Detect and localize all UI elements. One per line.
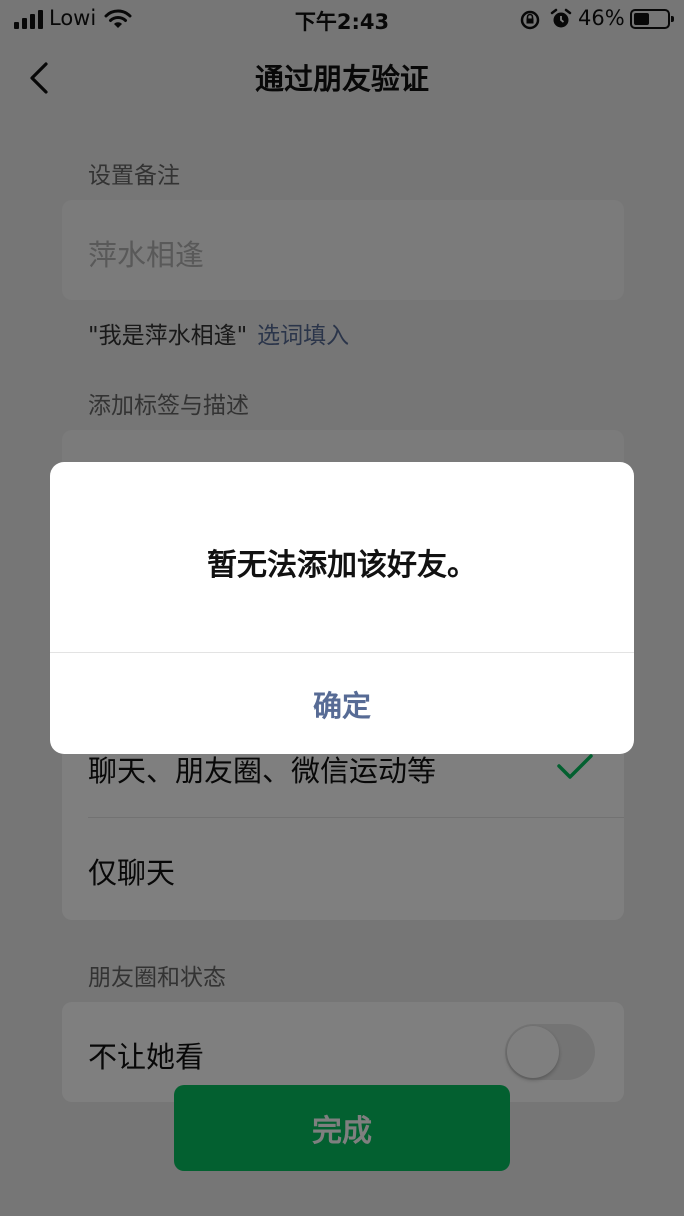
confirm-button[interactable]: 确定	[50, 653, 634, 754]
alert-dialog: 暂无法添加该好友。 确定	[50, 462, 634, 754]
dialog-message: 暂无法添加该好友。	[207, 548, 477, 583]
